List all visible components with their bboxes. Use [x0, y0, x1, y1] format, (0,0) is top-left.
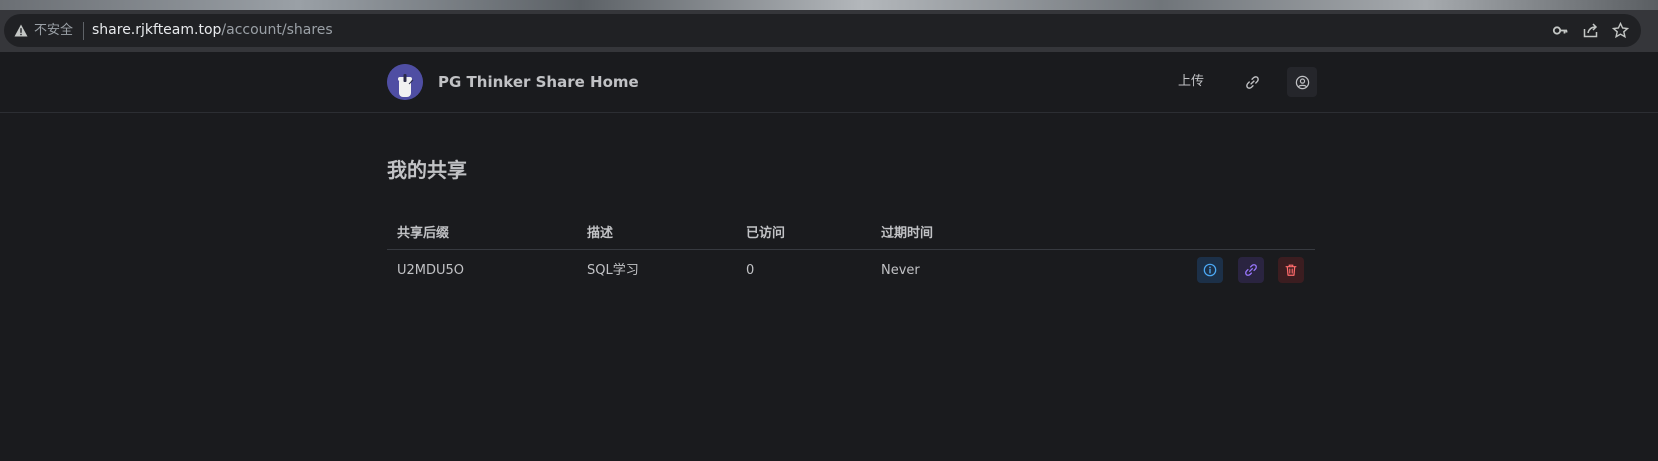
delete-share-button[interactable] — [1278, 257, 1304, 283]
table-row: U2MDU5O SQL学习 0 Never — [387, 250, 1315, 290]
trash-icon — [1285, 264, 1297, 276]
page-title: 我的共享 — [387, 158, 467, 182]
address-divider — [83, 22, 84, 40]
site-title[interactable]: PG Thinker Share Home — [438, 72, 639, 92]
url-host: share.rjkfteam.top — [92, 22, 222, 38]
browser-tab-strip — [0, 0, 1658, 10]
cell-expires: Never — [881, 263, 920, 278]
browser-toolbar: 不安全 share.rjkfteam.top/account/shares — [0, 10, 1658, 52]
share-page-icon[interactable] — [1582, 22, 1599, 39]
security-status-label[interactable]: 不安全 — [34, 22, 73, 39]
user-icon — [1295, 75, 1309, 89]
table-header: 共享后缀 描述 已访问 过期时间 — [387, 216, 1315, 250]
logo-icon-graphic — [387, 64, 423, 100]
logo-icon[interactable] — [387, 64, 423, 100]
upload-button[interactable]: 上传 — [1168, 67, 1214, 97]
account-button[interactable] — [1287, 67, 1317, 97]
column-header-expires: 过期时间 — [881, 226, 934, 241]
link-icon — [1245, 75, 1259, 89]
key-icon[interactable] — [1552, 22, 1569, 39]
cell-description: SQL学习 — [587, 263, 639, 278]
warning-icon[interactable] — [14, 24, 28, 37]
column-header-description: 描述 — [587, 226, 614, 241]
url-path: /account/shares — [221, 22, 333, 38]
app-header: PG Thinker Share Home 上传 — [0, 52, 1658, 113]
info-icon — [1203, 263, 1217, 277]
bookmark-star-icon[interactable] — [1612, 22, 1629, 39]
cell-suffix: U2MDU5O — [397, 263, 465, 278]
column-header-suffix: 共享后缀 — [397, 226, 450, 241]
cell-visits: 0 — [746, 263, 755, 278]
address-bar[interactable]: 不安全 share.rjkfteam.top/account/shares — [4, 14, 1641, 47]
shares-table: 共享后缀 描述 已访问 过期时间 U2MDU5O SQL学习 0 Never — [387, 216, 1315, 290]
url-text[interactable]: share.rjkfteam.top/account/shares — [92, 21, 333, 40]
column-header-visits: 已访问 — [746, 226, 786, 241]
share-info-button[interactable] — [1197, 257, 1223, 283]
link-icon — [1245, 264, 1257, 276]
copy-link-button[interactable] — [1238, 257, 1264, 283]
link-button[interactable] — [1237, 67, 1267, 97]
